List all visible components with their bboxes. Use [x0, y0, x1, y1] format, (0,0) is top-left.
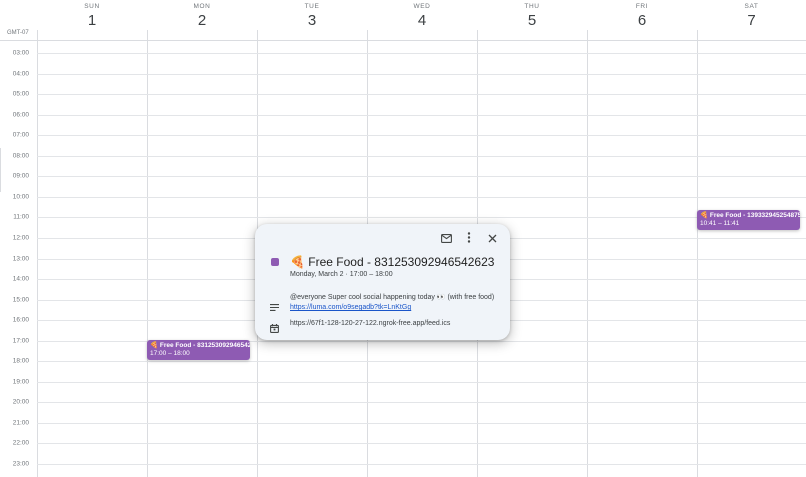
- timezone-label: GMT-07: [7, 30, 29, 36]
- hour-gridline: [37, 156, 806, 157]
- description-text: @everyone Super cool social happening to…: [290, 294, 495, 301]
- hour-gridline: [37, 74, 806, 75]
- day-header-tue[interactable]: TUE 3: [257, 0, 367, 34]
- hour-gridline: [37, 423, 806, 424]
- hour-gridline: [37, 176, 806, 177]
- hour-label: 21:00: [12, 419, 29, 427]
- day-name: SAT: [744, 3, 759, 10]
- hour-gridline: [37, 94, 806, 95]
- hour-gridline: [37, 217, 806, 218]
- hour-gridline: [37, 402, 806, 403]
- event-details-popover: 🍕 Free Food - 831253092946542623 Monday,…: [255, 224, 510, 340]
- day-header-sun[interactable]: SUN 1: [37, 0, 147, 34]
- hour-label: 09:00: [12, 172, 29, 180]
- hour-label: 14:00: [12, 275, 29, 283]
- hour-gridline: [37, 53, 806, 54]
- hour-gridline: [37, 464, 806, 465]
- column-divider: [147, 30, 148, 477]
- popover-event-title: 🍕 Free Food - 831253092946542623: [290, 255, 495, 269]
- calendar-icon: [270, 320, 279, 338]
- hour-gridline: [37, 197, 806, 198]
- header-divider: [0, 40, 806, 41]
- hour-label: 23:00: [12, 460, 29, 468]
- day-name: FRI: [635, 3, 649, 10]
- event-time: 10:41 – 11:41: [700, 220, 740, 227]
- day-header-thu[interactable]: THU 5: [477, 0, 587, 34]
- day-number[interactable]: 4: [367, 13, 477, 29]
- event-time: 17:00 – 18:00: [150, 350, 190, 357]
- day-header-mon[interactable]: MON 2: [147, 0, 257, 34]
- hour-label: 05:00: [12, 90, 29, 98]
- day-header-sat[interactable]: SAT 7: [697, 0, 806, 34]
- day-number[interactable]: 1: [37, 13, 147, 29]
- day-name: WED: [413, 3, 431, 10]
- day-name: MON: [193, 3, 211, 10]
- hour-label: 12:00: [12, 234, 29, 242]
- event-title: 🍕 Free Food - 1393329452548755: [700, 212, 800, 219]
- more-options-button[interactable]: [462, 232, 476, 246]
- day-header-wed[interactable]: WED 4: [367, 0, 477, 34]
- hour-label: 04:00: [12, 70, 29, 78]
- hour-gridline: [37, 115, 806, 116]
- hour-gridline: [37, 382, 806, 383]
- day-number[interactable]: 2: [147, 13, 257, 29]
- hour-gridline: [37, 361, 806, 362]
- email-icon: [440, 230, 452, 248]
- day-number[interactable]: 3: [257, 13, 367, 29]
- column-divider: [37, 30, 38, 477]
- email-guests-button[interactable]: [439, 232, 453, 246]
- hour-label: 03:00: [12, 49, 29, 57]
- column-divider: [697, 30, 698, 477]
- more-options-icon: [467, 230, 471, 248]
- description-icon: [270, 298, 279, 316]
- hour-label: 19:00: [12, 378, 29, 386]
- close-icon: [488, 230, 497, 248]
- hour-label: 08:00: [12, 152, 29, 160]
- hour-label: 11:00: [13, 213, 29, 221]
- event-title: 🍕 Free Food - 831253092946542623: [150, 342, 250, 349]
- column-divider: [587, 30, 588, 477]
- hour-label: 22:00: [12, 439, 29, 447]
- hour-label: 07:00: [12, 131, 29, 139]
- hour-label: 13:00: [12, 255, 29, 263]
- hour-label: 10:00: [12, 193, 29, 201]
- day-number[interactable]: 5: [477, 13, 587, 29]
- close-button[interactable]: [485, 232, 499, 246]
- description-link[interactable]: https://luma.com/o9segadb?tk=LnKtGg: [290, 304, 411, 311]
- day-header-fri[interactable]: FRI 6: [587, 0, 697, 34]
- day-name: TUE: [304, 3, 320, 10]
- hour-label: 18:00: [12, 357, 29, 365]
- popover-actions: [439, 232, 499, 246]
- hour-label: 15:00: [12, 296, 29, 304]
- calendar-feed-url: https://67f1-128-120-27-122.ngrok-free.a…: [290, 320, 451, 327]
- day-name: THU: [524, 3, 540, 10]
- day-number[interactable]: 6: [587, 13, 697, 29]
- hour-label: 20:00: [12, 398, 29, 406]
- popover-event-date: Monday, March 2 · 17:00 – 18:00: [290, 271, 393, 278]
- day-number[interactable]: 7: [697, 13, 806, 29]
- hour-label: 17:00: [12, 337, 29, 345]
- popover-description: @everyone Super cool social happening to…: [290, 293, 500, 313]
- day-name: SUN: [84, 3, 100, 10]
- event-color-swatch: [271, 258, 279, 266]
- hour-label: 06:00: [12, 111, 29, 119]
- calendar-event[interactable]: 🍕 Free Food - 1393329452548755 10:41 – 1…: [697, 210, 800, 230]
- calendar-event[interactable]: 🍕 Free Food - 831253092946542623 17:00 –…: [147, 340, 250, 360]
- hour-gridline: [37, 135, 806, 136]
- hour-gridline: [37, 443, 806, 444]
- hour-label: 16:00: [12, 316, 29, 324]
